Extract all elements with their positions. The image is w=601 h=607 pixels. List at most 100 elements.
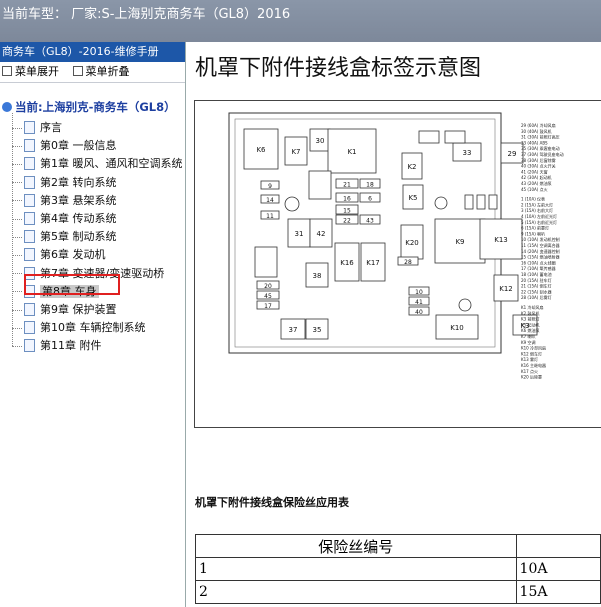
fuse-slot	[308, 170, 332, 200]
column-header-fuse-number: 保险丝编号	[195, 534, 517, 558]
fuse-slot	[476, 194, 486, 210]
title-bar: 当前车型： 厂家:S-上海别克商务车（GL8）2016	[0, 0, 601, 42]
expand-menu-button[interactable]: 菜单展开	[2, 62, 59, 82]
page-icon	[24, 139, 35, 153]
fuse-label: 15	[343, 208, 351, 215]
legend-line: 43 (20A) 燃油泵	[521, 180, 552, 186]
legend-line: K13 雾灯	[521, 356, 538, 362]
fuse-label: K10	[450, 324, 464, 332]
fuse-slot	[444, 130, 466, 144]
fuse-label: 21	[343, 182, 351, 189]
legend-line: 21 (15A) 倒车灯	[521, 283, 552, 289]
tree-item-label: 序言	[40, 121, 62, 134]
legend-line: 41 (20A) 天窗	[521, 168, 548, 174]
fuse-label: K12	[499, 285, 513, 293]
fuse-label: 18	[366, 182, 374, 189]
tree-branch	[12, 327, 22, 329]
legend-line: K12 倒车灯	[521, 350, 542, 356]
page-icon	[24, 193, 35, 207]
manual-header: 商务车（GL8）-2016-维修手册	[0, 42, 185, 62]
legend-line: 6 (15A) 前雾灯	[521, 225, 549, 231]
fuse-label: 14	[266, 197, 274, 204]
tree-branch	[12, 145, 22, 147]
page-icon	[24, 303, 35, 316]
tree-item[interactable]: 第11章 附件	[12, 337, 102, 355]
tree-item[interactable]: 序言	[12, 119, 62, 137]
fuse-label: 6	[368, 196, 372, 203]
mounting-hole	[434, 196, 448, 210]
fuse-label: K7	[291, 148, 300, 156]
fuse-label: K13	[494, 236, 508, 244]
legend-line: 5 (15A) 右前近光灯	[521, 219, 557, 225]
legend-line: 18 (10A) 蓄电池	[521, 271, 552, 277]
legend-line: 28 (10A) 后雾灯	[521, 294, 552, 300]
tree-item[interactable]: 第0章 一般信息	[12, 137, 117, 155]
tree-item-label: 第2章 转向系统	[40, 175, 117, 189]
fuse-label: 17	[264, 303, 272, 310]
tree-item[interactable]: 第10章 车辆控制系统	[12, 319, 146, 337]
legend-line: K10 冷却风扇	[521, 345, 546, 351]
tree-item[interactable]: 第2章 转向系统	[12, 174, 117, 192]
legend-line: 40 (30A) 点火开关	[521, 163, 556, 169]
legend-line: 42 (30A) 起动机	[521, 174, 552, 180]
tree-item-label: 第1章 暖风、通风和空调系统	[40, 157, 183, 171]
tree-item-label: 第6章 发动机	[40, 248, 106, 262]
tree-item-label: 第9章 保护装置	[40, 303, 117, 316]
legend-line: 30 (40A) 鼓风机	[521, 128, 552, 134]
fuse-label: 28	[404, 259, 412, 266]
legend-line: K1 冷却风扇	[521, 304, 543, 310]
tree-branch	[12, 254, 22, 256]
tree-branch	[12, 345, 22, 347]
table-row: 2 15A	[195, 580, 601, 604]
tree-item[interactable]: 第6章 发动机	[12, 246, 106, 264]
fuse-label: K9	[455, 238, 464, 246]
tree-root[interactable]: 当前:上海别克-商务车（GL8）	[2, 99, 176, 115]
fuse-label: 10	[415, 289, 423, 296]
table-header-row: 保险丝编号	[195, 534, 601, 558]
page-icon	[24, 157, 35, 171]
tree-item[interactable]: 第4章 传动系统	[12, 210, 117, 228]
fuse-label: 41	[415, 299, 423, 306]
tree-branch	[12, 236, 22, 238]
legend-line: 10 (10A) 发动机控制	[521, 236, 560, 242]
fuse-label: 42	[317, 230, 326, 238]
fuse-label: 16	[343, 196, 351, 203]
expand-menu-label: 菜单展开	[15, 65, 59, 78]
legend-line: 1 (10A) 仪表	[521, 196, 545, 202]
tree-item-label: 第3章 悬架系统	[40, 193, 117, 207]
legend-line: K2 鼓风机	[521, 310, 539, 316]
legend-line: 9 (15A) 喇叭	[521, 230, 545, 236]
fuse-table-title: 机罩下附件接线盒保险丝应用表	[195, 496, 349, 509]
tree-branch	[12, 291, 22, 293]
tree-item-label: 第0章 一般信息	[40, 139, 117, 153]
page-icon	[24, 121, 35, 134]
legend-line: 31 (30A) 前照灯高压	[521, 134, 560, 140]
fuse-label: K17	[366, 259, 380, 267]
fuse-slot	[464, 194, 474, 210]
legend-line: 22 (15A) 刮水器	[521, 288, 552, 294]
legend-line: 4 (10A) 左前近光灯	[521, 213, 557, 219]
tree-item[interactable]: 第9章 保护装置	[12, 301, 117, 319]
legend-line: 45 (10A) 点火	[521, 186, 548, 192]
fuse-label: K20	[405, 239, 419, 247]
legend-line: K3 前照灯	[521, 316, 539, 322]
fuse-number-cell: 2	[195, 580, 517, 604]
fuse-label: 35	[313, 326, 322, 334]
legend-line: K9 空调	[521, 339, 535, 345]
fuse-slot	[254, 246, 278, 278]
fuse-label: 33	[463, 149, 472, 157]
tree-item-label: 第10章 车辆控制系统	[40, 321, 146, 335]
tree-branch	[12, 309, 22, 311]
tree-item[interactable]: 第5章 制动系统	[12, 228, 117, 246]
tree-item[interactable]: 第3章 悬架系统	[12, 192, 117, 210]
tree-root-label: 当前:上海别克-商务车（GL8）	[15, 100, 176, 114]
fuse-label: 30	[316, 137, 325, 145]
collapse-menu-button[interactable]: 菜单折叠	[72, 62, 130, 82]
expand-icon	[2, 66, 12, 76]
tree-branch	[12, 163, 22, 165]
legend-line: 16 (10A) 点火线圈	[521, 259, 556, 265]
fuse-label: 38	[313, 272, 322, 280]
legend-line: 38 (30A) 后窗除雾	[521, 157, 556, 163]
fuse-slot	[488, 194, 498, 210]
tree-item[interactable]: 第1章 暖风、通风和空调系统	[12, 155, 183, 173]
